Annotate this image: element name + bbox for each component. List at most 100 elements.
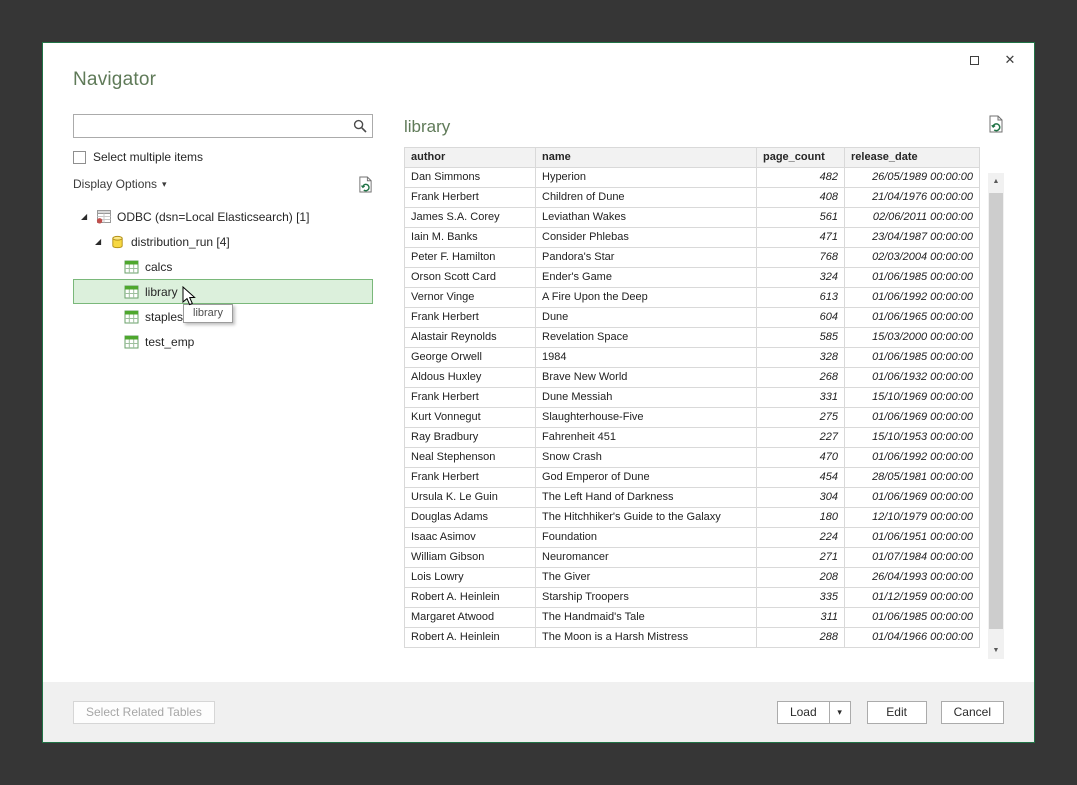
display-options-dropdown[interactable]: Display Options ▾	[73, 177, 167, 191]
table-row: Frank Herbert God Emperor of Dune 454 28…	[405, 468, 980, 488]
chevron-down-icon: ▾	[162, 179, 167, 190]
tree-item-odbc-source[interactable]: ◢ ODBC (dsn=Local Elasticsearch) [1]	[73, 204, 373, 229]
navigator-dialog: ✕ Navigator Select multiple items Displa…	[42, 42, 1035, 743]
table-row: Dan Simmons Hyperion 482 26/05/1989 00:0…	[405, 168, 980, 188]
page-title: Navigator	[73, 69, 156, 91]
cell-release-date: 28/05/1981 00:00:00	[845, 468, 980, 488]
cell-page-count: 271	[757, 548, 845, 568]
preview-table: author name page_count release_date Dan …	[404, 147, 980, 648]
cell-page-count: 275	[757, 408, 845, 428]
refresh-preview-icon[interactable]	[988, 115, 1004, 133]
cell-page-count: 613	[757, 288, 845, 308]
database-icon	[110, 234, 131, 250]
tree-item-label: test_emp	[145, 335, 194, 349]
expander-icon[interactable]: ◢	[95, 237, 110, 246]
cell-name: A Fire Upon the Deep	[536, 288, 757, 308]
tree-item-label: staples	[145, 310, 183, 324]
cell-author: Orson Scott Card	[405, 268, 536, 288]
table-row: Lois Lowry The Giver 208 26/04/1993 00:0…	[405, 568, 980, 588]
cell-name: 1984	[536, 348, 757, 368]
cell-release-date: 01/12/1959 00:00:00	[845, 588, 980, 608]
cell-name: Dune	[536, 308, 757, 328]
column-header-page-count: page_count	[757, 148, 845, 168]
cell-page-count: 227	[757, 428, 845, 448]
cell-name: God Emperor of Dune	[536, 468, 757, 488]
cell-release-date: 15/03/2000 00:00:00	[845, 328, 980, 348]
cancel-button[interactable]: Cancel	[941, 701, 1004, 724]
cell-release-date: 01/07/1984 00:00:00	[845, 548, 980, 568]
cell-author: Frank Herbert	[405, 308, 536, 328]
load-dropdown-button[interactable]: ▾	[829, 701, 851, 724]
select-related-tables-button[interactable]: Select Related Tables	[73, 701, 215, 724]
cell-page-count: 768	[757, 248, 845, 268]
scroll-up-icon[interactable]: ▲	[988, 173, 1004, 190]
cell-page-count: 268	[757, 368, 845, 388]
search-input[interactable]	[74, 115, 348, 137]
table-icon	[124, 260, 145, 274]
chevron-down-icon: ▾	[837, 707, 842, 717]
cell-name: Foundation	[536, 528, 757, 548]
close-button[interactable]: ✕	[1000, 51, 1020, 69]
cell-release-date: 01/06/1985 00:00:00	[845, 348, 980, 368]
cell-author: Alastair Reynolds	[405, 328, 536, 348]
preview-pane: library author name page_count release_d…	[404, 105, 1004, 648]
cell-author: William Gibson	[405, 548, 536, 568]
preview-title: library	[404, 117, 1004, 137]
maximize-icon	[970, 56, 979, 65]
table-icon	[124, 310, 145, 324]
cell-page-count: 224	[757, 528, 845, 548]
cell-author: Ursula K. Le Guin	[405, 488, 536, 508]
preview-scrollbar[interactable]: ▲ ▼	[988, 173, 1004, 659]
cell-name: Snow Crash	[536, 448, 757, 468]
cell-author: Margaret Atwood	[405, 608, 536, 628]
cell-name: The Moon is a Harsh Mistress	[536, 628, 757, 648]
load-button[interactable]: Load	[777, 701, 829, 724]
table-row: Ray Bradbury Fahrenheit 451 227 15/10/19…	[405, 428, 980, 448]
cell-author: Kurt Vonnegut	[405, 408, 536, 428]
tree-item-library[interactable]: library	[73, 279, 373, 304]
refresh-icon[interactable]	[358, 176, 373, 193]
column-header-release-date: release_date	[845, 148, 980, 168]
cell-name: Slaughterhouse-Five	[536, 408, 757, 428]
cell-release-date: 01/04/1966 00:00:00	[845, 628, 980, 648]
select-multiple-row[interactable]: Select multiple items	[73, 148, 373, 166]
table-row: Robert A. Heinlein Starship Troopers 335…	[405, 588, 980, 608]
tree-item-distribution-run[interactable]: ◢ distribution_run [4]	[73, 229, 373, 254]
cell-release-date: 26/04/1993 00:00:00	[845, 568, 980, 588]
search-icon[interactable]	[348, 119, 372, 133]
cell-name: Children of Dune	[536, 188, 757, 208]
select-multiple-checkbox[interactable]	[73, 151, 86, 164]
table-row: Isaac Asimov Foundation 224 01/06/1951 0…	[405, 528, 980, 548]
tree-item-calcs[interactable]: calcs	[73, 254, 373, 279]
tree-item-test-emp[interactable]: test_emp	[73, 329, 373, 354]
cell-release-date: 12/10/1979 00:00:00	[845, 508, 980, 528]
maximize-button[interactable]	[964, 51, 984, 69]
cell-page-count: 470	[757, 448, 845, 468]
cell-author: Douglas Adams	[405, 508, 536, 528]
scroll-down-icon[interactable]: ▼	[988, 642, 1004, 659]
table-row: William Gibson Neuromancer 271 01/07/198…	[405, 548, 980, 568]
cell-page-count: 328	[757, 348, 845, 368]
cell-author: Frank Herbert	[405, 388, 536, 408]
cell-name: Starship Troopers	[536, 588, 757, 608]
table-icon	[124, 285, 145, 299]
navigation-tree: ◢ ODBC (dsn=Local Elasticsearch) [1] ◢	[73, 204, 373, 354]
cell-name: Pandora's Star	[536, 248, 757, 268]
cell-author: Peter F. Hamilton	[405, 248, 536, 268]
table-row: James S.A. Corey Leviathan Wakes 561 02/…	[405, 208, 980, 228]
cell-page-count: 288	[757, 628, 845, 648]
cell-name: The Giver	[536, 568, 757, 588]
table-row: Ursula K. Le Guin The Left Hand of Darkn…	[405, 488, 980, 508]
tree-item-label: library	[145, 285, 178, 299]
cell-page-count: 208	[757, 568, 845, 588]
cell-name: Neuromancer	[536, 548, 757, 568]
edit-button[interactable]: Edit	[867, 701, 927, 724]
scrollbar-thumb[interactable]	[989, 193, 1003, 629]
cell-page-count: 324	[757, 268, 845, 288]
cell-author: Neal Stephenson	[405, 448, 536, 468]
cell-author: Iain M. Banks	[405, 228, 536, 248]
cell-author: Lois Lowry	[405, 568, 536, 588]
cell-name: Consider Phlebas	[536, 228, 757, 248]
cell-page-count: 335	[757, 588, 845, 608]
expander-icon[interactable]: ◢	[81, 212, 96, 221]
